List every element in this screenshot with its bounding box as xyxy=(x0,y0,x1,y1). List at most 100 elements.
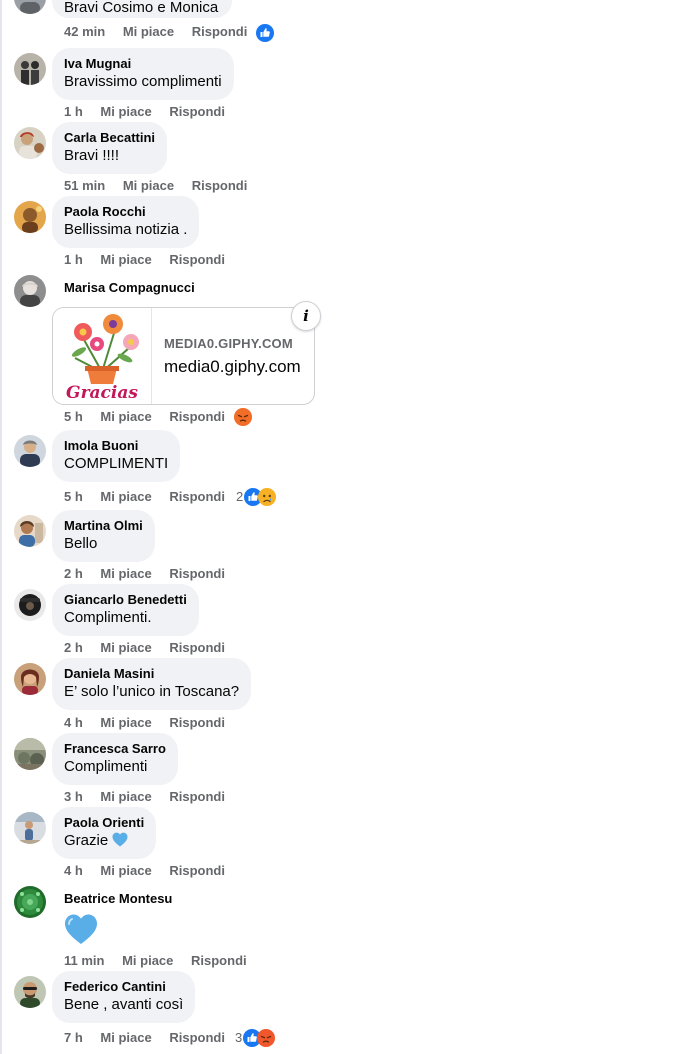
comment-bubble: Imola Buoni COMPLIMENTI xyxy=(52,430,181,482)
avatar[interactable] xyxy=(14,53,46,85)
reply-link[interactable]: Rispondi xyxy=(169,789,225,805)
reply-link[interactable]: Rispondi xyxy=(169,863,225,879)
comment-timestamp[interactable]: 2 h xyxy=(64,640,83,656)
comment-timestamp[interactable]: 3 h xyxy=(64,789,83,805)
comment-timestamp[interactable]: 1 h xyxy=(64,252,83,268)
reply-link[interactable]: Rispondi xyxy=(169,640,225,656)
comment-author[interactable]: Giancarlo Benedetti xyxy=(64,592,187,608)
like-link[interactable]: Mi piace xyxy=(100,409,151,425)
link-domain: MEDIA0.GIPHY.COM xyxy=(164,336,293,351)
comment-timestamp[interactable]: 51 min xyxy=(64,178,105,194)
comment-author[interactable]: Paola Orienti xyxy=(64,815,144,831)
comment-bubble: Iva Mugnai Bravissimo complimenti xyxy=(52,48,234,100)
comment-bubble: Beatrice Montesu xyxy=(52,883,184,913)
comment-bubble: Martina Olmi Bello xyxy=(52,510,155,562)
avatar[interactable] xyxy=(14,201,46,233)
like-link[interactable]: Mi piace xyxy=(100,104,151,120)
avatar[interactable] xyxy=(14,515,46,547)
comment-timestamp[interactable]: 1 h xyxy=(64,104,83,120)
reply-link[interactable]: Rispondi xyxy=(169,489,225,505)
comment-text-value: Grazie xyxy=(64,832,109,849)
comment-timestamp[interactable]: 4 h xyxy=(64,863,83,879)
comment-timestamp[interactable]: 5 h xyxy=(64,409,83,425)
comment-bubble: Francesca Sarro Complimenti xyxy=(52,733,178,785)
reply-link[interactable]: Rispondi xyxy=(169,1030,225,1046)
comment-text: Bravi Cosimo e Monica xyxy=(64,0,219,16)
comment-bubble: Federico Cantini Bene , avanti così xyxy=(52,971,196,1023)
reply-link[interactable]: Rispondi xyxy=(192,24,248,40)
gif-thumbnail-text: Gracias xyxy=(66,383,138,403)
comment-timestamp[interactable]: 42 min xyxy=(64,24,105,40)
comment-author[interactable]: Marisa Compagnucci xyxy=(64,280,195,296)
like-link[interactable]: Mi piace xyxy=(100,640,151,656)
avatar[interactable] xyxy=(14,275,46,307)
avatar[interactable] xyxy=(14,812,46,844)
avatar[interactable] xyxy=(14,976,46,1008)
comment-author[interactable]: Beatrice Montesu xyxy=(64,891,172,907)
comment-actions: 2 h Mi piace Rispondi xyxy=(64,640,239,656)
comment-author[interactable]: Carla Becattini xyxy=(64,130,155,146)
reply-link[interactable]: Rispondi xyxy=(192,178,248,194)
avatar[interactable] xyxy=(14,127,46,159)
gif-thumbnail: Gracias xyxy=(53,308,152,404)
reply-link[interactable]: Rispondi xyxy=(169,566,225,582)
avatar[interactable] xyxy=(14,589,46,621)
comment-text: E’ solo l’unico in Toscana? xyxy=(64,683,240,700)
avatar[interactable] xyxy=(14,738,46,770)
comment-timestamp[interactable]: 7 h xyxy=(64,1030,83,1046)
like-link[interactable]: Mi piace xyxy=(100,489,151,505)
reaction-count: 2 xyxy=(236,488,244,504)
comment-author[interactable]: Federico Cantini xyxy=(64,979,183,995)
avatar[interactable] xyxy=(14,663,46,695)
comment-bubble: Carla Becattini Bravi !!!! xyxy=(52,122,168,174)
comment-bubble: Giancarlo Benedetti Complimenti. xyxy=(52,584,199,636)
link-preview-card[interactable]: Gracias MEDIA0.GIPHY.COM media0.giphy.co… xyxy=(52,307,315,405)
info-icon[interactable]: i xyxy=(291,301,321,331)
reaction-summary[interactable] xyxy=(234,406,252,426)
like-link[interactable]: Mi piace xyxy=(123,24,174,40)
like-link[interactable]: Mi piace xyxy=(100,789,151,805)
comment-text: Complimenti xyxy=(64,758,148,775)
reply-link[interactable]: Rispondi xyxy=(169,104,225,120)
link-title[interactable]: media0.giphy.com xyxy=(164,357,301,377)
comment-author[interactable]: Paola Rocchi xyxy=(64,204,187,220)
comment-timestamp[interactable]: 4 h xyxy=(64,715,83,731)
like-link[interactable]: Mi piace xyxy=(100,1030,151,1046)
like-link[interactable]: Mi piace xyxy=(123,178,174,194)
like-link[interactable]: Mi piace xyxy=(100,252,151,268)
reaction-summary[interactable] xyxy=(256,22,274,42)
comment-actions: 1 h Mi piace Rispondi xyxy=(64,104,239,120)
comment-author[interactable]: Iva Mugnai xyxy=(64,56,222,72)
comment-bubble: Paola Rocchi Bellissima notizia . xyxy=(52,196,200,248)
comment-author[interactable]: Imola Buoni xyxy=(64,438,168,454)
reply-link[interactable]: Rispondi xyxy=(169,409,225,425)
comment-actions: 7 h Mi piace Rispondi xyxy=(64,1030,239,1046)
like-link[interactable]: Mi piace xyxy=(100,566,151,582)
comment-author[interactable]: Daniela Masini xyxy=(64,666,239,682)
reaction-summary[interactable]: 2 xyxy=(236,486,277,507)
reply-link[interactable]: Rispondi xyxy=(169,715,225,731)
blue-heart-icon xyxy=(112,832,128,847)
comment-author[interactable]: Martina Olmi xyxy=(64,518,143,534)
like-link[interactable]: Mi piace xyxy=(100,715,151,731)
comment-text: Bellissima notizia . xyxy=(64,221,188,238)
comment-timestamp[interactable]: 11 min xyxy=(64,953,104,969)
reply-link[interactable]: Rispondi xyxy=(191,953,247,969)
like-link[interactable]: Mi piace xyxy=(122,953,173,969)
page-left-border xyxy=(0,0,2,1054)
comment-actions: 1 h Mi piace Rispondi xyxy=(64,252,239,268)
like-link[interactable]: Mi piace xyxy=(100,863,151,879)
comment-timestamp[interactable]: 2 h xyxy=(64,566,83,582)
sad-icon xyxy=(258,487,277,506)
comment-text: Bravi !!!! xyxy=(64,147,120,164)
reply-link[interactable]: Rispondi xyxy=(169,252,225,268)
comment-actions: 5 h Mi piace Rispondi xyxy=(64,409,239,425)
comment-timestamp[interactable]: 5 h xyxy=(64,489,83,505)
reaction-summary[interactable]: 3 xyxy=(235,1027,276,1048)
comment-text: COMPLIMENTI xyxy=(64,455,169,472)
avatar[interactable] xyxy=(14,0,46,14)
avatar[interactable] xyxy=(14,886,46,918)
comment-author[interactable]: Francesca Sarro xyxy=(64,741,166,757)
comment-text: Bello xyxy=(64,535,98,552)
avatar[interactable] xyxy=(14,435,46,467)
